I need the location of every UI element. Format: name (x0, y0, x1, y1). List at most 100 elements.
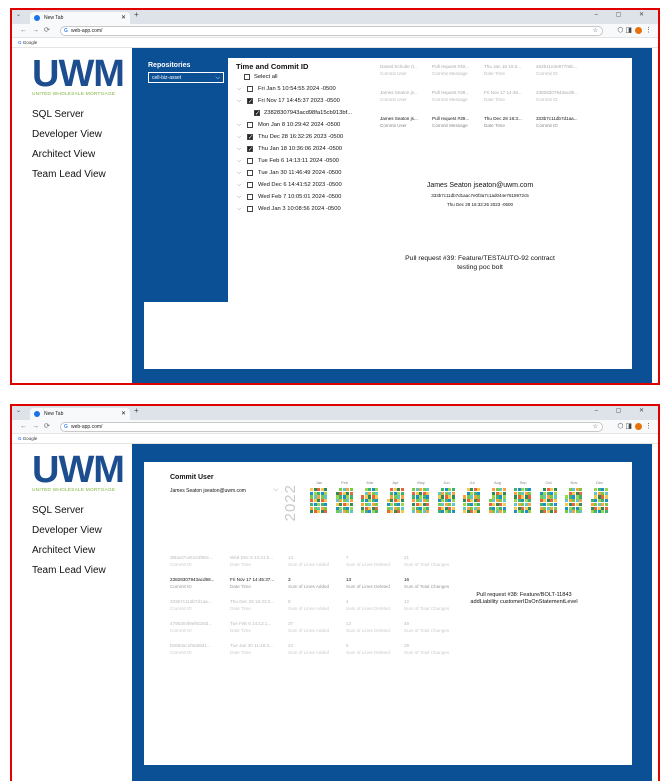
heatmap-cell[interactable] (320, 499, 324, 503)
heatmap-cell[interactable] (575, 491, 579, 495)
heatmap-cell[interactable] (342, 495, 346, 499)
heatmap-cell[interactable] (517, 510, 521, 514)
month-heatmap[interactable] (361, 488, 379, 514)
row-checkbox[interactable] (247, 206, 253, 212)
heatmap-cell[interactable] (412, 495, 415, 499)
sidebar-item-sql-server[interactable]: SQL Server (32, 105, 130, 125)
heatmap-cell[interactable] (393, 499, 397, 503)
heatmap-cell[interactable] (448, 502, 452, 506)
sidebar-item-team-lead-view[interactable]: Team Lead View (32, 165, 130, 185)
heatmap-cell[interactable] (473, 510, 477, 514)
heatmap-cell[interactable] (346, 499, 350, 503)
heatmap-cell[interactable] (524, 495, 528, 499)
repository-dropdown[interactable]: cell-biz-asset ⌵ (148, 72, 224, 83)
heatmap-cell[interactable] (477, 495, 481, 499)
heatmap-cell[interactable] (565, 499, 568, 503)
heatmap-cell[interactable] (400, 491, 404, 495)
heatmap-cell[interactable] (579, 502, 583, 506)
heatmap-cell[interactable] (313, 502, 317, 506)
heatmap-cell[interactable] (412, 502, 415, 506)
heatmap-cell[interactable] (451, 491, 455, 495)
heatmap-cell[interactable] (397, 502, 401, 506)
month-heatmap[interactable] (335, 488, 354, 514)
heatmap-cell[interactable] (553, 491, 557, 495)
heatmap-cell[interactable] (466, 510, 470, 514)
bookmark-google[interactable]: Google (23, 40, 38, 45)
heatmap-cell[interactable] (317, 499, 321, 503)
heatmap-cell[interactable] (488, 510, 492, 514)
heatmap-cell[interactable] (324, 502, 328, 506)
heatmap-cell[interactable] (572, 499, 576, 503)
heatmap-cell[interactable] (371, 491, 375, 495)
heatmap-cell[interactable] (426, 495, 430, 499)
summary-row[interactable]: Daniel Schuler (t... Commit User Pull requ… (380, 60, 610, 86)
heatmap-cell[interactable] (368, 499, 372, 503)
heatmap-cell[interactable] (597, 491, 601, 495)
expand-chevron-icon[interactable]: ⌵ (237, 155, 242, 167)
heatmap-cell[interactable] (492, 510, 496, 514)
heatmap-cell[interactable] (364, 510, 368, 514)
heatmap-cell[interactable] (517, 495, 521, 499)
sidebar-item-team-lead-view[interactable]: Team Lead View (32, 561, 130, 581)
heatmap-cell[interactable] (426, 499, 430, 503)
heatmap-cell[interactable] (514, 491, 517, 495)
heatmap-cell[interactable] (466, 499, 470, 503)
row-checkbox[interactable] (247, 182, 253, 188)
new-tab-button[interactable]: + (134, 406, 139, 415)
heatmap-cell[interactable] (448, 491, 452, 495)
nav-buttons[interactable]: ←→⟳ (20, 26, 55, 34)
row-checkbox[interactable] (247, 158, 253, 164)
heatmap-cell[interactable] (466, 502, 470, 506)
heatmap-cell[interactable] (451, 499, 455, 503)
heatmap-cell[interactable] (415, 510, 419, 514)
heatmap-cell[interactable] (444, 510, 448, 514)
heatmap-cell[interactable] (546, 495, 550, 499)
heatmap-cell[interactable] (528, 502, 532, 506)
heatmap-cell[interactable] (466, 495, 470, 499)
heatmap-cell[interactable] (386, 502, 390, 506)
row-checkbox[interactable] (254, 108, 260, 120)
heatmap-cell[interactable] (495, 499, 499, 503)
heatmap-cell[interactable] (568, 510, 572, 514)
toolbar-icons[interactable]: ⬡ ◨ ⋮ (617, 26, 652, 34)
heatmap-cell[interactable] (539, 499, 543, 503)
heatmap-cell[interactable] (412, 499, 415, 503)
summary-row[interactable]: James Seaton js... Commit User Pull reques… (380, 86, 610, 112)
expand-chevron-icon[interactable]: ⌵ (237, 119, 242, 131)
heatmap-cell[interactable] (543, 499, 547, 503)
heatmap-cell[interactable] (492, 495, 496, 499)
heatmap-cell[interactable] (397, 495, 401, 499)
expand-chevron-icon[interactable]: ⌵ (237, 179, 242, 191)
heatmap-cell[interactable] (390, 495, 394, 499)
heatmap-cell[interactable] (335, 495, 339, 499)
summary-row[interactable]: James Seaton js... Commit User Pull reques… (380, 112, 610, 138)
heatmap-cell[interactable] (444, 491, 448, 495)
heatmap-cell[interactable] (437, 510, 441, 514)
heatmap-cell[interactable] (575, 502, 579, 506)
heatmap-cell[interactable] (339, 495, 343, 499)
heatmap-cell[interactable] (473, 502, 477, 506)
heatmap-cell[interactable] (488, 502, 492, 506)
heatmap-cell[interactable] (419, 495, 423, 499)
heatmap-cell[interactable] (422, 510, 426, 514)
heatmap-cell[interactable] (528, 499, 532, 503)
browser-tab[interactable]: New Tab ✕ (30, 408, 130, 420)
heatmap-cell[interactable] (463, 495, 466, 499)
heatmap-cell[interactable] (550, 499, 554, 503)
heatmap-cell[interactable] (349, 495, 353, 499)
heatmap-cell[interactable] (441, 491, 445, 495)
row-checkbox[interactable] (244, 74, 250, 80)
heatmap-cell[interactable] (565, 510, 568, 514)
heatmap-cell[interactable] (415, 502, 419, 506)
close-tab-icon[interactable]: ✕ (121, 408, 126, 420)
heatmap-cell[interactable] (473, 499, 477, 503)
heatmap-cell[interactable] (553, 495, 557, 499)
heatmap-cell[interactable] (568, 499, 572, 503)
heatmap-cell[interactable] (368, 491, 372, 495)
heatmap-cell[interactable] (495, 502, 499, 506)
heatmap-cell[interactable] (521, 502, 525, 506)
heatmap-cell[interactable] (502, 510, 506, 514)
heatmap-cell[interactable] (412, 510, 415, 514)
commit-user-dropdown[interactable]: James Seaton jseaton@uwm.com ⌵ (170, 487, 278, 494)
heatmap-cell[interactable] (553, 510, 557, 514)
